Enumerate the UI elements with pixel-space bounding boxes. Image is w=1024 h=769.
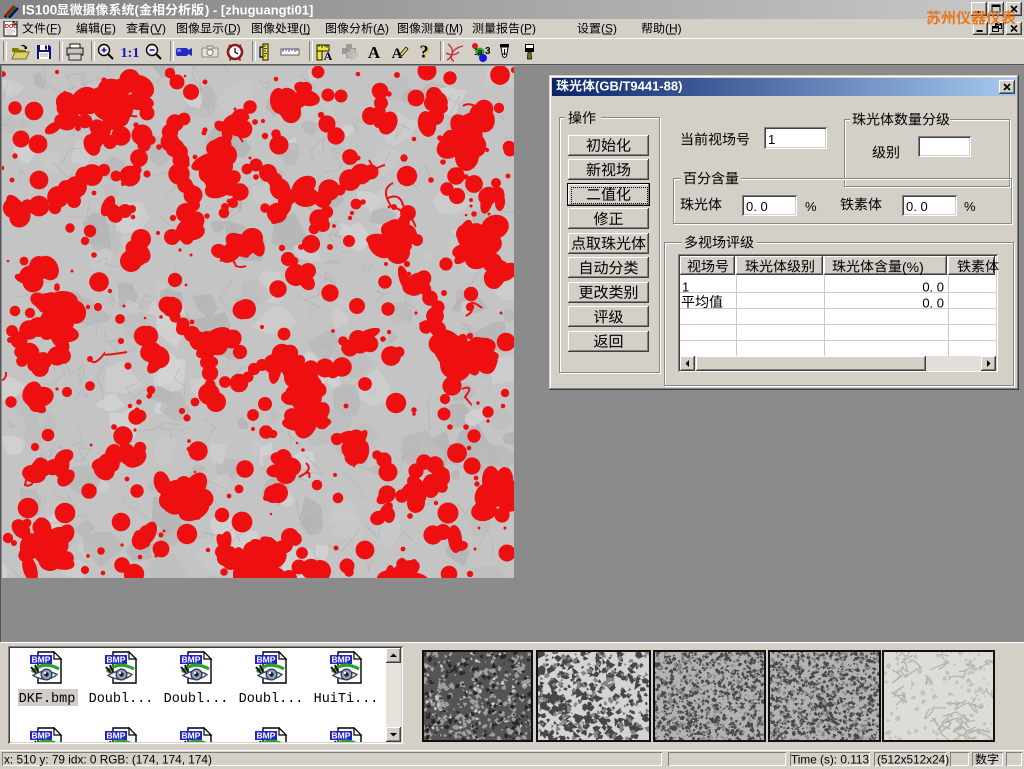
svg-text:(M): (M): [445, 22, 463, 36]
svg-text:Time (s): 0.113: Time (s): 0.113: [791, 753, 869, 767]
svg-text:(I): (I): [299, 22, 310, 36]
svg-text:Doubl...: Doubl...: [89, 692, 154, 707]
svg-text:IS100: IS100: [22, 3, 57, 18]
svg-text:DKF.bmp: DKF.bmp: [19, 692, 76, 707]
svg-text:(D): (D): [224, 22, 241, 36]
svg-text:1: 1: [768, 132, 775, 147]
svg-text:x: 510 y: 79 idx: 0 RGB: (174: x: 510 y: 79 idx: 0 RGB: (174, 174, 174): [4, 753, 212, 767]
svg-text:0. 0: 0. 0: [746, 199, 768, 214]
svg-text:0. 0: 0. 0: [922, 280, 944, 295]
svg-text:(F): (F): [46, 22, 61, 36]
svg-text:(512x512x24): (512x512x24): [877, 753, 949, 767]
svg-text:) - [zhuguangti01]: ) - [zhuguangti01]: [205, 3, 313, 18]
svg-text:(GB/T9441-88): (GB/T9441-88): [595, 79, 682, 94]
svg-text:(: (: [135, 3, 140, 18]
svg-text:0. 0: 0. 0: [922, 295, 944, 310]
svg-text:(A): (A): [373, 22, 389, 36]
svg-text:(S): (S): [601, 22, 617, 36]
svg-text:(P): (P): [520, 22, 536, 36]
svg-text:Doubl...: Doubl...: [239, 692, 304, 707]
svg-text:(E): (E): [100, 22, 116, 36]
svg-text:(V): (V): [150, 22, 166, 36]
svg-text:1: 1: [682, 280, 689, 295]
svg-text:%: %: [805, 199, 817, 214]
svg-text:(H): (H): [665, 22, 682, 36]
svg-text:HuiTi...: HuiTi...: [314, 692, 379, 707]
svg-text:(%): (%): [902, 259, 924, 275]
svg-text:%: %: [964, 199, 976, 214]
svg-text:0. 0: 0. 0: [906, 199, 928, 214]
svg-text:Doubl...: Doubl...: [164, 692, 229, 707]
